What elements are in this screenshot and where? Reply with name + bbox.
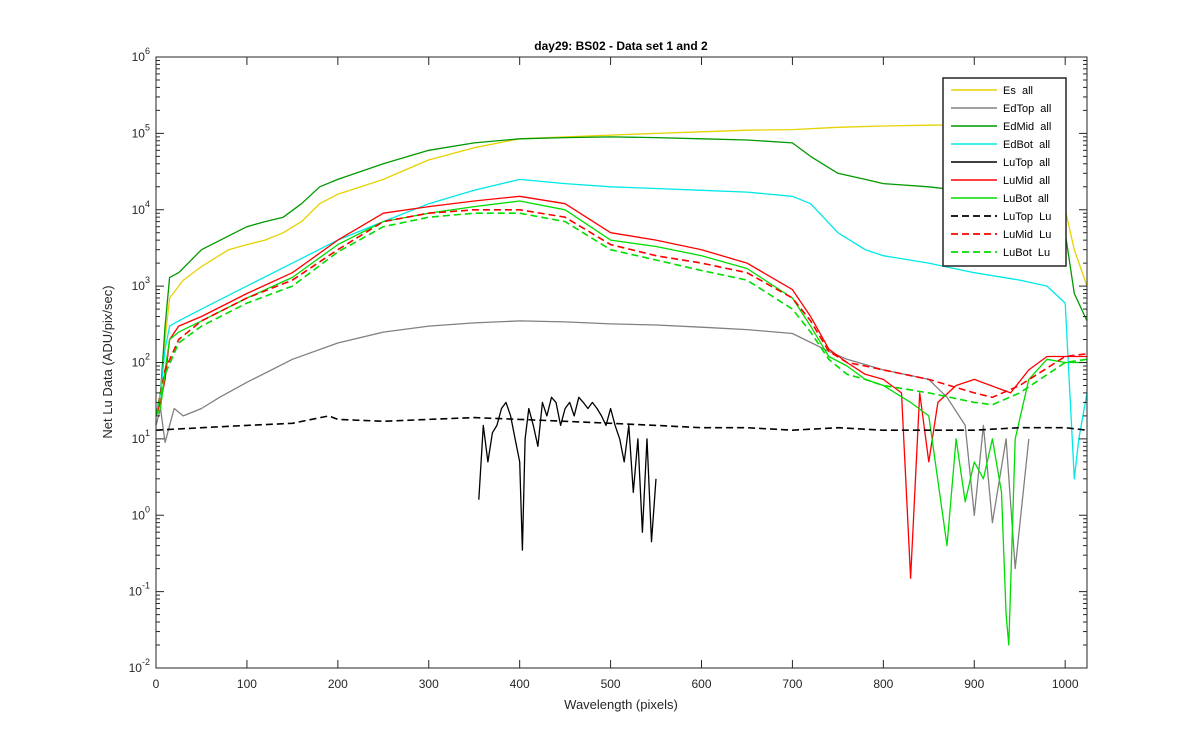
legend-label: LuBot all (1003, 193, 1049, 205)
legend: Es all EdTop all EdMid all EdBot all LuTop a… (942, 77, 1067, 267)
legend-label: EdBot all (1003, 139, 1050, 151)
x-tick-label: 400 (510, 677, 530, 691)
x-tick-label: 1000 (1052, 677, 1079, 691)
legend-label: Es all (1003, 85, 1033, 97)
legend-label: EdTop all (1003, 103, 1051, 115)
x-tick-label: 100 (237, 677, 257, 691)
y-tick-exponent: -2 (142, 657, 150, 667)
y-tick-exponent: 2 (145, 352, 150, 362)
legend-label: LuTop Lu (1003, 211, 1051, 223)
y-tick-exponent: 0 (145, 504, 150, 514)
chart-figure: 0 100 200 300 400 500 600 700 800 900 100010-210-1… (0, 0, 1200, 750)
x-tick-label: 700 (782, 677, 802, 691)
y-tick-exponent: 4 (145, 199, 150, 209)
legend-label: LuTop all (1003, 157, 1050, 169)
x-tick-label: 300 (419, 677, 439, 691)
legend-label: EdMid all (1003, 121, 1051, 133)
x-tick-label: 900 (964, 677, 984, 691)
x-tick-label: 800 (873, 677, 893, 691)
x-tick-label: 0 (153, 677, 160, 691)
x-tick-label: 200 (328, 677, 348, 691)
legend-label: LuBot Lu (1003, 247, 1050, 259)
y-tick-exponent: 6 (145, 46, 150, 56)
y-tick-exponent: -1 (142, 581, 150, 591)
y-tick-exponent: 3 (145, 275, 150, 285)
legend-label: LuMid Lu (1003, 229, 1051, 241)
y-tick-exponent: 1 (145, 428, 150, 438)
legend-label: LuMid all (1003, 175, 1050, 187)
chart-title: day29: BS02 - Data set 1 and 2 (534, 39, 708, 53)
x-tick-label: 500 (601, 677, 621, 691)
y-axis-label: Net Lu Data (ADU/pix/sec) (100, 285, 115, 438)
x-axis-label: Wavelength (pixels) (564, 697, 678, 712)
x-tick-label: 600 (691, 677, 711, 691)
y-tick-exponent: 5 (145, 122, 150, 132)
